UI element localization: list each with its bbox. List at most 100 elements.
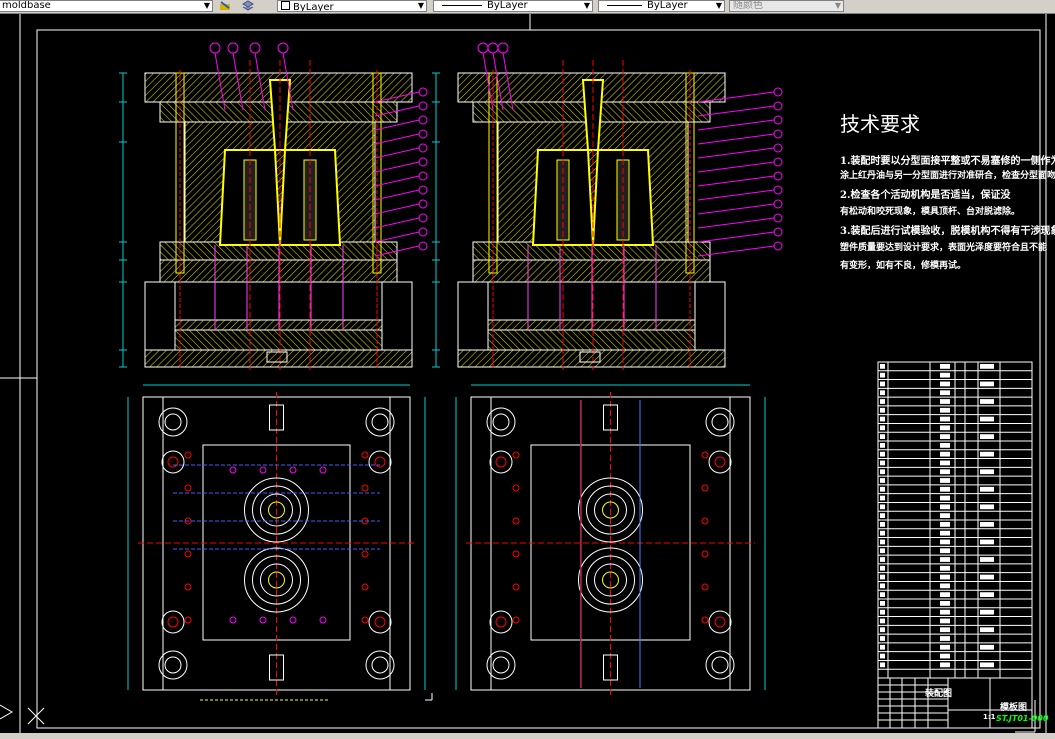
part-balloon xyxy=(497,42,509,54)
bottom-clamp-plate xyxy=(144,349,413,368)
row-number xyxy=(880,662,885,668)
bolt-hole xyxy=(184,451,192,459)
return-pin-hole xyxy=(489,610,513,634)
material-text xyxy=(980,504,994,510)
cell-text-block xyxy=(940,390,950,396)
material-text xyxy=(980,469,994,475)
cell-text-block xyxy=(940,539,950,545)
part-balloon xyxy=(773,115,783,125)
leader-line xyxy=(374,203,420,215)
ejector-plate xyxy=(174,329,383,351)
plan-view-fixed xyxy=(455,384,766,695)
tech-req-line: 有变形，如有不良，修模再试。 xyxy=(840,261,967,271)
guide-bushing-inner xyxy=(164,413,182,431)
row-number xyxy=(880,565,885,571)
ejector-pin-hole xyxy=(289,616,297,624)
cell-text-block xyxy=(940,592,950,597)
row-number xyxy=(880,407,885,413)
guide-bushing-inner xyxy=(492,656,510,674)
section-view-b xyxy=(432,42,783,370)
screw-hole xyxy=(714,616,726,628)
screw-hole xyxy=(167,616,179,628)
leader-line xyxy=(374,231,420,243)
part-balloon xyxy=(773,213,783,223)
row-number xyxy=(880,618,885,624)
material-text xyxy=(980,416,994,422)
material-text xyxy=(980,364,994,369)
guide-bushing-inner xyxy=(492,413,510,431)
ejector-pin-hole xyxy=(289,466,297,474)
part-balloon xyxy=(418,157,428,167)
row-number xyxy=(880,583,885,589)
return-pin-hole xyxy=(489,450,513,474)
material-text xyxy=(980,644,994,650)
cell-text-block xyxy=(940,425,950,431)
guide-bushing-inner xyxy=(371,656,389,674)
leader-line xyxy=(697,147,775,159)
row-number xyxy=(880,592,885,597)
ejector-pin-hole xyxy=(319,616,327,624)
cell-text-block xyxy=(940,609,950,615)
part-balloon xyxy=(773,143,783,153)
tech-req-line: 3.装配后进行试模验收，脱模机构不得有干涉现象。 xyxy=(840,226,1055,237)
guide-bushing-inner xyxy=(371,413,389,431)
return-pin-hole xyxy=(368,450,392,474)
cell-text-block xyxy=(940,513,950,518)
return-pin-hole xyxy=(368,610,392,634)
leader-line xyxy=(374,175,420,187)
part-balloon xyxy=(418,199,428,209)
leader-line xyxy=(374,161,420,173)
material-text xyxy=(980,574,994,580)
material-text xyxy=(980,522,994,527)
part-balloon xyxy=(209,42,221,54)
material-text xyxy=(980,451,994,457)
ucs-arrow-icon xyxy=(0,704,13,720)
bolt-hole xyxy=(184,583,192,591)
leader-line xyxy=(374,147,420,159)
cell-text-block xyxy=(940,530,950,536)
cell-text-block xyxy=(940,522,950,527)
row-number xyxy=(880,469,885,475)
row-number xyxy=(880,609,885,615)
row-number xyxy=(880,495,885,501)
tech-req-line: 有松动和咬死现象，模具顶杆、台对脱滤除。 xyxy=(840,207,1021,217)
cell-text-block xyxy=(940,557,950,562)
material-text xyxy=(980,399,994,404)
material-text xyxy=(980,557,994,562)
ejector-pin-hole xyxy=(229,466,237,474)
tech-req-title: 技术要求 xyxy=(840,112,920,136)
part-balloon xyxy=(277,42,289,54)
row-number xyxy=(880,522,885,527)
cell-text-block xyxy=(940,627,950,633)
leader-line xyxy=(697,161,775,173)
cell-text-block xyxy=(940,381,950,387)
ejector-pin-hole xyxy=(229,616,237,624)
row-number xyxy=(880,460,885,466)
spacer-block-right xyxy=(381,281,413,351)
cell-text-block xyxy=(940,469,950,475)
bolt-hole xyxy=(701,517,709,525)
row-number xyxy=(880,636,885,641)
row-number xyxy=(880,653,885,659)
cell-text-block xyxy=(940,653,950,659)
row-number xyxy=(880,539,885,545)
screw-hole xyxy=(495,616,507,628)
drawing-number: ST.JT01-000 xyxy=(996,714,1049,723)
bolt-hole xyxy=(512,616,520,624)
part-balloon xyxy=(418,213,428,223)
parts-list-table xyxy=(877,361,1033,679)
ejector-pin-hole xyxy=(319,466,327,474)
part-balloon xyxy=(249,42,261,54)
leader-line xyxy=(374,133,420,145)
cell-text-block xyxy=(940,565,950,571)
row-number xyxy=(880,399,885,404)
bolt-hole xyxy=(361,451,369,459)
leader-line xyxy=(697,217,775,229)
row-number xyxy=(880,364,885,369)
row-number xyxy=(880,416,885,422)
row-number xyxy=(880,390,885,396)
row-number xyxy=(880,627,885,633)
row-number xyxy=(880,381,885,387)
part-balloon xyxy=(773,129,783,139)
bolt-hole xyxy=(184,484,192,492)
